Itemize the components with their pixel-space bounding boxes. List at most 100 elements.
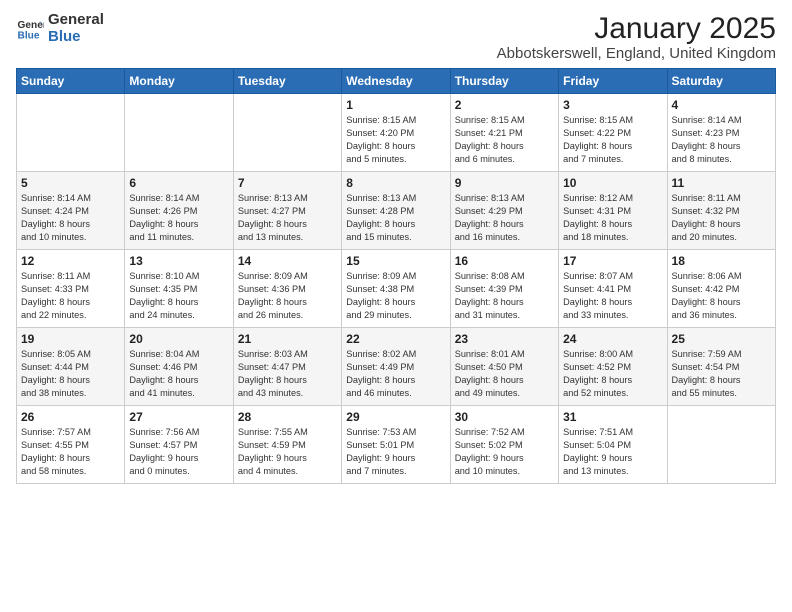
day-header-friday: Friday [559,69,667,94]
day-header-monday: Monday [125,69,233,94]
day-number: 23 [455,332,554,346]
day-number: 30 [455,410,554,424]
day-number: 11 [672,176,771,190]
calendar-cell: 27Sunrise: 7:56 AM Sunset: 4:57 PM Dayli… [125,406,233,484]
calendar-cell: 9 Sunrise: 8:13 AM Sunset: 4:29 PM Daylig… [450,172,558,250]
cell-content: Sunrise: 8:15 AM Sunset: 4:22 PM Dayligh… [563,114,662,166]
calendar-week-3: 12 Sunrise: 8:11 AM Sunset: 4:33 PM Dayli… [17,250,776,328]
calendar-header-row: SundayMondayTuesdayWednesdayThursdayFrid… [17,69,776,94]
day-header-sunday: Sunday [17,69,125,94]
calendar-cell: 6 Sunrise: 8:14 AM Sunset: 4:26 PM Daylig… [125,172,233,250]
day-number: 20 [129,332,228,346]
cell-content: Sunrise: 8:13 AM Sunset: 4:27 PM Dayligh… [238,192,337,244]
cell-content: Sunrise: 8:05 AM Sunset: 4:44 PM Dayligh… [21,348,120,400]
calendar-week-1: 1 Sunrise: 8:15 AM Sunset: 4:20 PM Daylig… [17,94,776,172]
cell-content: Sunrise: 8:15 AM Sunset: 4:20 PM Dayligh… [346,114,445,166]
cell-content: Sunrise: 7:55 AM Sunset: 4:59 PM Dayligh… [238,426,337,478]
calendar-cell: 10 Sunrise: 8:12 AM Sunset: 4:31 PM Dayli… [559,172,667,250]
day-number: 3 [563,98,662,112]
day-number: 6 [129,176,228,190]
title-block: January 2025 Abbotskerswell, England, Un… [497,12,776,62]
calendar-cell [125,94,233,172]
day-number: 24 [563,332,662,346]
calendar-cell: 22Sunrise: 8:02 AM Sunset: 4:49 PM Dayli… [342,328,450,406]
calendar-cell: 25 Sunrise: 7:59 AM Sunset: 4:54 PM Dayli… [667,328,775,406]
calendar-cell: 12 Sunrise: 8:11 AM Sunset: 4:33 PM Dayli… [17,250,125,328]
calendar-cell: 8 Sunrise: 8:13 AM Sunset: 4:28 PM Daylig… [342,172,450,250]
page-container: General Blue General Blue January 2025 A… [0,0,792,492]
cell-content: Sunrise: 8:15 AM Sunset: 4:21 PM Dayligh… [455,114,554,166]
main-title: January 2025 [497,12,776,45]
day-number: 7 [238,176,337,190]
calendar-cell: 29 Sunrise: 7:53 AM Sunset: 5:01 PM Dayli… [342,406,450,484]
cell-content: Sunrise: 8:07 AM Sunset: 4:41 PM Dayligh… [563,270,662,322]
cell-content: Sunrise: 7:53 AM Sunset: 5:01 PM Dayligh… [346,426,445,478]
day-number: 26 [21,410,120,424]
calendar-cell: 21 Sunrise: 8:03 AM Sunset: 4:47 PM Dayli… [233,328,341,406]
calendar-cell [17,94,125,172]
day-header-wednesday: Wednesday [342,69,450,94]
cell-content: Sunrise: 8:14 AM Sunset: 4:24 PM Dayligh… [21,192,120,244]
cell-content: Sunrise: 8:06 AM Sunset: 4:42 PM Dayligh… [672,270,771,322]
svg-text:Blue: Blue [18,30,40,41]
calendar-week-5: 26 Sunrise: 7:57 AM Sunset: 4:55 PM Dayli… [17,406,776,484]
cell-content: Sunrise: 8:08 AM Sunset: 4:39 PM Dayligh… [455,270,554,322]
calendar-cell: 18 Sunrise: 8:06 AM Sunset: 4:42 PM Dayli… [667,250,775,328]
calendar-cell: 19 Sunrise: 8:05 AM Sunset: 4:44 PM Dayli… [17,328,125,406]
cell-content: Sunrise: 7:52 AM Sunset: 5:02 PM Dayligh… [455,426,554,478]
cell-content: Sunrise: 8:12 AM Sunset: 4:31 PM Dayligh… [563,192,662,244]
cell-content: Sunrise: 8:14 AM Sunset: 4:23 PM Dayligh… [672,114,771,166]
day-number: 21 [238,332,337,346]
calendar-cell: 26 Sunrise: 7:57 AM Sunset: 4:55 PM Dayli… [17,406,125,484]
day-number: 10 [563,176,662,190]
cell-content: Sunrise: 7:59 AM Sunset: 4:54 PM Dayligh… [672,348,771,400]
calendar-cell: 7 Sunrise: 8:13 AM Sunset: 4:27 PM Daylig… [233,172,341,250]
calendar-cell: 24 Sunrise: 8:00 AM Sunset: 4:52 PM Dayli… [559,328,667,406]
calendar-cell: 30 Sunrise: 7:52 AM Sunset: 5:02 PM Dayli… [450,406,558,484]
day-number: 9 [455,176,554,190]
header: General Blue General Blue January 2025 A… [16,12,776,62]
logo-icon: General Blue [16,15,44,43]
cell-content: Sunrise: 8:00 AM Sunset: 4:52 PM Dayligh… [563,348,662,400]
day-number: 4 [672,98,771,112]
cell-content: Sunrise: 8:02 AM Sunset: 4:49 PM Dayligh… [346,348,445,400]
cell-content: Sunrise: 7:51 AM Sunset: 5:04 PM Dayligh… [563,426,662,478]
day-number: 31 [563,410,662,424]
calendar-cell: 20Sunrise: 8:04 AM Sunset: 4:46 PM Dayli… [125,328,233,406]
subtitle: Abbotskerswell, England, United Kingdom [497,45,776,62]
day-number: 29 [346,410,445,424]
calendar-week-4: 19 Sunrise: 8:05 AM Sunset: 4:44 PM Dayli… [17,328,776,406]
day-number: 13 [129,254,228,268]
calendar-cell [667,406,775,484]
cell-content: Sunrise: 8:14 AM Sunset: 4:26 PM Dayligh… [129,192,228,244]
day-number: 15 [346,254,445,268]
cell-content: Sunrise: 8:13 AM Sunset: 4:28 PM Dayligh… [346,192,445,244]
cell-content: Sunrise: 8:13 AM Sunset: 4:29 PM Dayligh… [455,192,554,244]
calendar-cell: 17Sunrise: 8:07 AM Sunset: 4:41 PM Dayli… [559,250,667,328]
day-number: 1 [346,98,445,112]
cell-content: Sunrise: 8:10 AM Sunset: 4:35 PM Dayligh… [129,270,228,322]
day-number: 12 [21,254,120,268]
calendar-cell: 1 Sunrise: 8:15 AM Sunset: 4:20 PM Daylig… [342,94,450,172]
day-number: 19 [21,332,120,346]
calendar-cell: 11 Sunrise: 8:11 AM Sunset: 4:32 PM Dayli… [667,172,775,250]
day-header-thursday: Thursday [450,69,558,94]
day-number: 16 [455,254,554,268]
logo-general: General [48,12,104,29]
day-number: 28 [238,410,337,424]
cell-content: Sunrise: 7:56 AM Sunset: 4:57 PM Dayligh… [129,426,228,478]
day-number: 5 [21,176,120,190]
cell-content: Sunrise: 8:03 AM Sunset: 4:47 PM Dayligh… [238,348,337,400]
cell-content: Sunrise: 7:57 AM Sunset: 4:55 PM Dayligh… [21,426,120,478]
day-header-tuesday: Tuesday [233,69,341,94]
calendar-cell: 5 Sunrise: 8:14 AM Sunset: 4:24 PM Daylig… [17,172,125,250]
calendar-cell: 2Sunrise: 8:15 AM Sunset: 4:21 PM Daylig… [450,94,558,172]
day-number: 8 [346,176,445,190]
cell-content: Sunrise: 8:09 AM Sunset: 4:38 PM Dayligh… [346,270,445,322]
cell-content: Sunrise: 8:11 AM Sunset: 4:32 PM Dayligh… [672,192,771,244]
day-number: 25 [672,332,771,346]
cell-content: Sunrise: 8:11 AM Sunset: 4:33 PM Dayligh… [21,270,120,322]
calendar-cell: 14Sunrise: 8:09 AM Sunset: 4:36 PM Dayli… [233,250,341,328]
day-number: 18 [672,254,771,268]
logo: General Blue General Blue [16,12,104,45]
